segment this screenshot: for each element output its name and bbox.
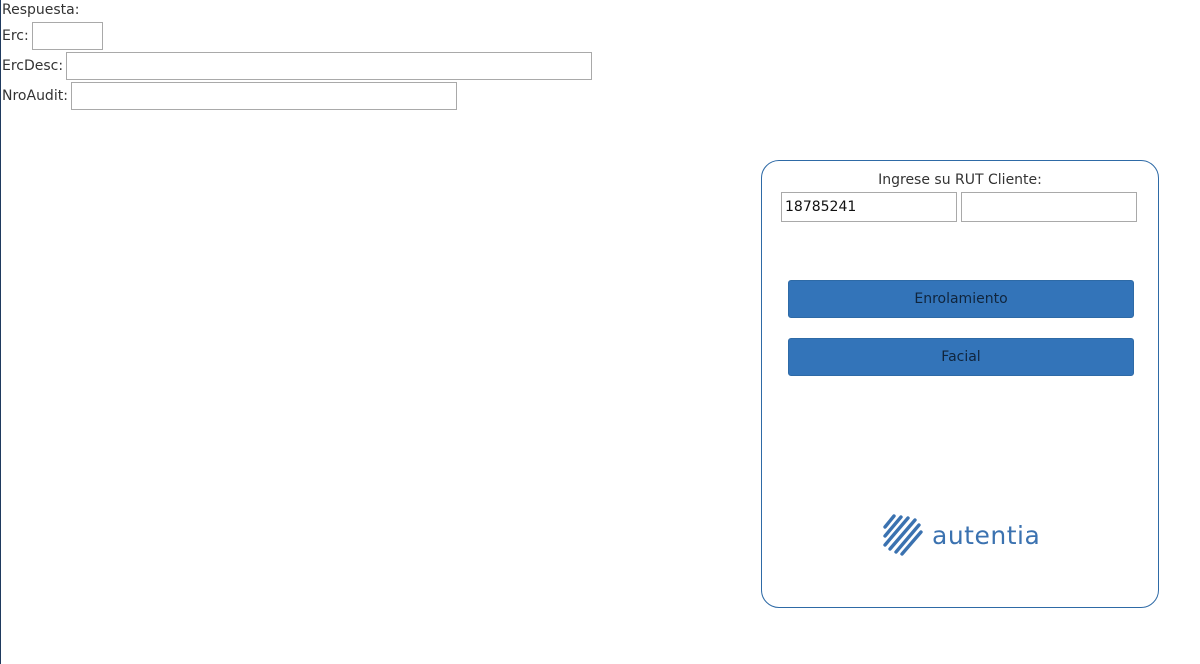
erc-row: Erc:	[2, 21, 103, 51]
rut-panel: Ingrese su RUT Cliente: Enrolamiento Fac…	[761, 160, 1159, 608]
autentia-stripes-icon	[883, 514, 923, 556]
left-edge-divider	[0, 0, 1, 664]
response-title: Respuesta:	[2, 2, 80, 18]
erc-field[interactable]	[31, 22, 103, 50]
rut-label: Ingrese su RUT Cliente:	[878, 172, 1042, 188]
enrolamiento-button[interactable]: Enrolamiento	[788, 280, 1134, 318]
rut-dv-input[interactable]	[961, 192, 1137, 222]
erc-label: Erc:	[2, 28, 29, 44]
facial-button[interactable]: Facial	[788, 338, 1134, 376]
nroaudit-field[interactable]	[70, 82, 457, 110]
ercdesc-field[interactable]	[66, 52, 593, 80]
rut-input[interactable]	[781, 192, 957, 222]
autentia-logo-text: autentia	[932, 520, 1041, 550]
nroaudit-row: NroAudit:	[2, 81, 457, 111]
ercdesc-label: ErcDesc:	[2, 58, 64, 74]
autentia-logo: autentia	[882, 513, 1040, 557]
ercdesc-row: ErcDesc:	[2, 51, 593, 81]
nroaudit-label: NroAudit:	[2, 88, 68, 104]
